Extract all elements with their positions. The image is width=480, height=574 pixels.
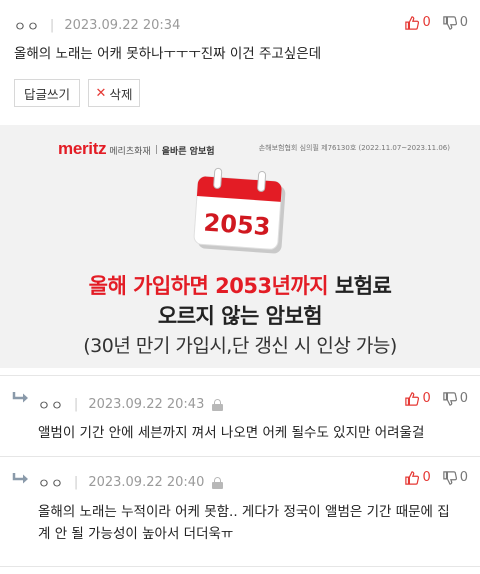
- calendar-icon: 2053: [193, 167, 286, 254]
- divider: [0, 375, 480, 376]
- upvote-count: 0: [422, 15, 431, 30]
- delete-button[interactable]: ✕ 삭제: [88, 79, 140, 107]
- comment-date: 2023.09.22 20:40: [88, 475, 205, 490]
- ad-logo: meritz 메리츠화재 올바른 암보험: [58, 139, 215, 159]
- meta-separator: |: [73, 397, 79, 412]
- logo-divider: [155, 145, 157, 154]
- lock-icon: [212, 398, 224, 411]
- ad-headline-1: 올해 가입하면 2053년까지 보험료: [0, 270, 480, 300]
- comment-meta: ㅇㅇ | 2023.09.22 20:43: [38, 395, 224, 414]
- upvote-button[interactable]: 0: [405, 15, 431, 30]
- ad-headline-1-dark: 보험료: [328, 274, 392, 298]
- calendar-year: 2053: [203, 209, 272, 242]
- reply-write-label: 답글쓰기: [23, 86, 70, 102]
- meta-separator: |: [73, 475, 79, 490]
- thumbs-up-icon: [405, 391, 420, 406]
- reply-arrow-icon: [12, 473, 28, 484]
- ad-notice: 손해보험협회 심의필 제76130호 (2022.11.07~2023.11.0…: [258, 144, 450, 152]
- divider: [0, 456, 480, 457]
- thumbs-down-icon: [442, 15, 457, 30]
- thumbs-down-icon: [442, 391, 457, 406]
- ad-headline-1-red: 올해 가입하면 2053년까지: [88, 274, 329, 298]
- comment-text: 앨범이 기간 안에 세븐까지 껴서 나오면 어케 될수도 있지만 어려울걸: [38, 425, 425, 441]
- downvote-button[interactable]: 0: [442, 470, 468, 485]
- downvote-count: 0: [459, 470, 468, 485]
- comment-meta: ㅇㅇ | 2023.09.22 20:40: [38, 473, 224, 492]
- comment-author: ㅇㅇ: [14, 20, 40, 35]
- upvote-button[interactable]: 0: [405, 470, 431, 485]
- vote-group: 0 0: [393, 15, 468, 30]
- lock-icon: [212, 476, 224, 489]
- vote-group: 0 0: [393, 470, 468, 485]
- upvote-count: 0: [422, 470, 431, 485]
- comment-date: 2023.09.22 20:34: [64, 18, 181, 33]
- ad-headline-2: 오르지 않는 암보험: [157, 304, 323, 328]
- reply-arrow-icon: [12, 392, 28, 403]
- thumbs-up-icon: [405, 470, 420, 485]
- comment-author: ㅇㅇ: [38, 477, 64, 492]
- ad-subheadline: (30년 만기 가입시,단 갱신 시 인상 가능): [83, 335, 397, 357]
- close-icon: ✕: [95, 85, 107, 101]
- divider: [0, 566, 480, 567]
- comment-date: 2023.09.22 20:43: [88, 397, 205, 412]
- vote-group: 0 0: [393, 391, 468, 406]
- ad-brand: meritz: [58, 139, 107, 158]
- upvote-button[interactable]: 0: [405, 391, 431, 406]
- thumbs-down-icon: [442, 470, 457, 485]
- meta-separator: |: [49, 18, 55, 33]
- downvote-button[interactable]: 0: [442, 391, 468, 406]
- reply-write-button[interactable]: 답글쓰기: [14, 79, 80, 107]
- thumbs-up-icon: [405, 15, 420, 30]
- comment-text: 올해의 노래는 어캐 못하나ㅜㅜㅜ진짜 이건 주고싶은데: [14, 46, 322, 62]
- downvote-count: 0: [459, 15, 468, 30]
- delete-label: 삭제: [109, 86, 133, 102]
- ad-brand-kr: 메리츠화재: [109, 147, 151, 157]
- ad-banner[interactable]: meritz 메리츠화재 올바른 암보험 손해보험협회 심의필 제76130호 …: [0, 125, 480, 368]
- comment-meta: ㅇㅇ | 2023.09.22 20:34: [14, 16, 180, 35]
- downvote-count: 0: [459, 391, 468, 406]
- comment-author: ㅇㅇ: [38, 399, 64, 414]
- downvote-button[interactable]: 0: [442, 15, 468, 30]
- comment-text-line-2: 계 안 될 가능성이 높아서 더더욱ㅠ: [38, 526, 234, 542]
- comment-text-line-1: 올해의 노래는 누적이라 어케 못함.. 게다가 정국이 앨범은 기간 때문에 …: [38, 504, 450, 520]
- upvote-count: 0: [422, 391, 431, 406]
- ad-product: 올바른 암보험: [161, 147, 215, 157]
